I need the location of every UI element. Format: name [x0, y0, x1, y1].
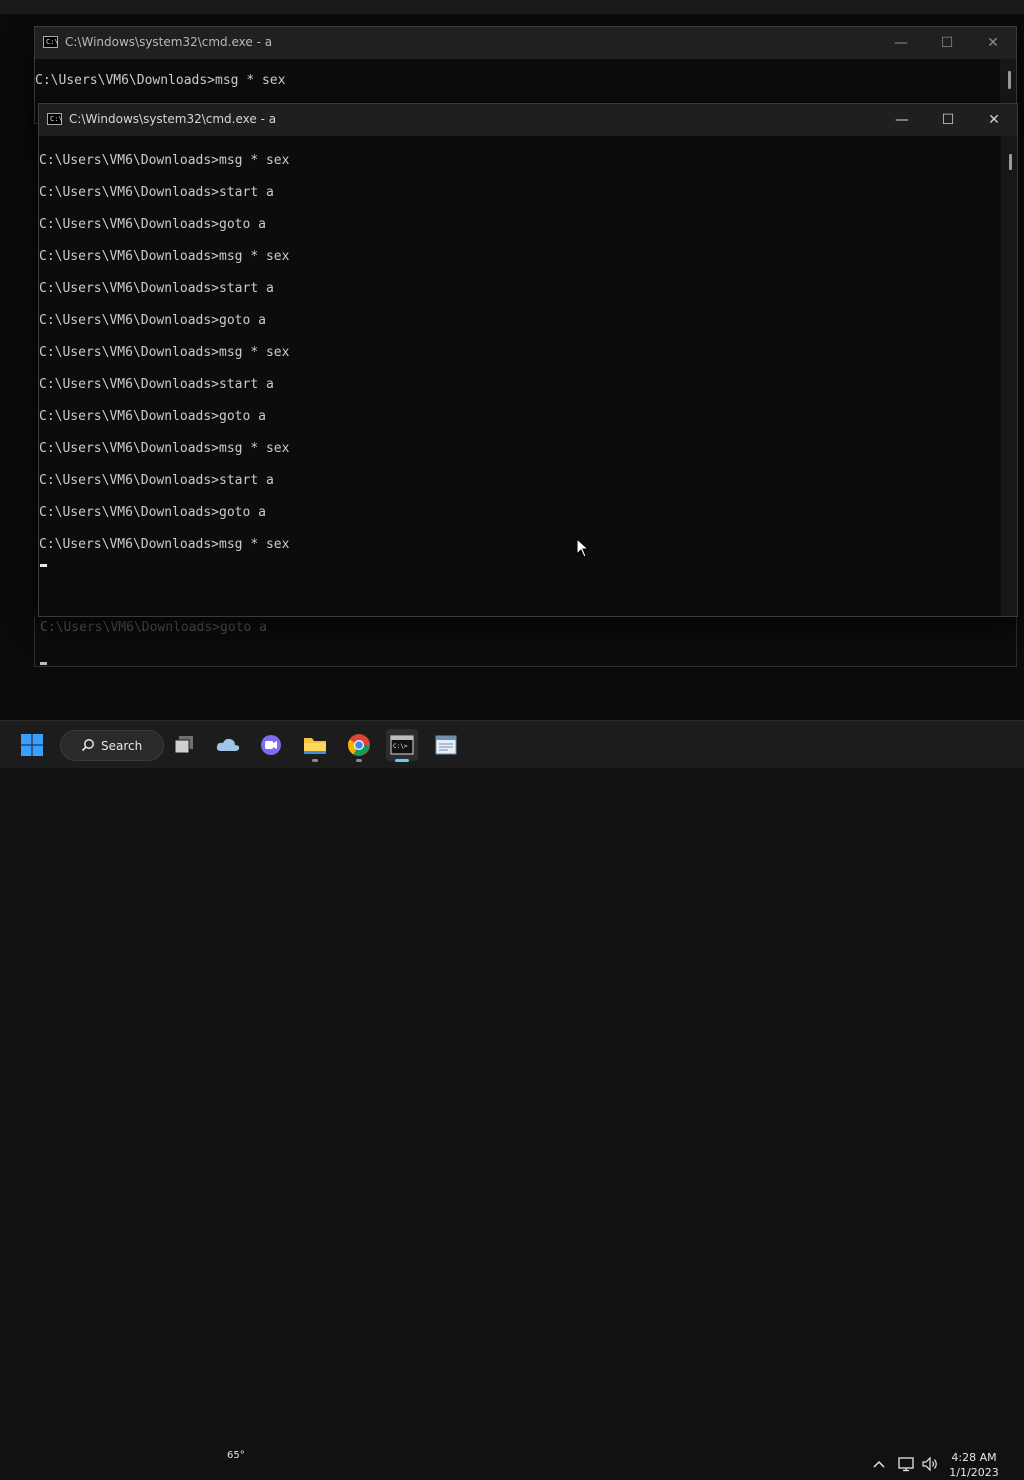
console-line: C:\Users\VM6\Downloads>msg * sex — [39, 345, 290, 360]
taskbar: Search 65° C:\> 4:28 AM 1/1/2023 — [0, 720, 1024, 1479]
network-button[interactable] — [897, 1455, 915, 1473]
minimize-button[interactable]: — — [878, 27, 924, 59]
clock-date: 1/1/2023 — [949, 1466, 999, 1479]
console-line: C:\Users\VM6\Downloads>start a — [39, 473, 274, 488]
scrollbar-thumb[interactable] — [1009, 154, 1012, 170]
console-line-dim: C:\Users\VM6\Downloads>goto a — [40, 620, 267, 635]
terminal-icon: C:\> — [390, 735, 414, 755]
console-line: C:\Users\VM6\Downloads>start a — [39, 281, 274, 296]
show-hidden-icons-button[interactable] — [870, 1455, 888, 1473]
console-line: C:\Users\VM6\Downloads>msg * sex — [39, 249, 290, 264]
chrome-button[interactable] — [343, 729, 375, 762]
console-line: C:\Users\VM6\Downloads>goto a — [39, 505, 266, 520]
app-running-indicator — [356, 759, 362, 762]
clock[interactable]: 4:28 AM 1/1/2023 — [944, 1450, 1004, 1480]
chrome-icon — [348, 734, 370, 756]
console-output[interactable]: C:\Users\VM6\Downloads>msg * sex C:\User… — [39, 136, 1001, 616]
console-line: C:\Users\VM6\Downloads>msg * sex — [39, 153, 290, 168]
clock-time: 4:28 AM — [951, 1451, 997, 1464]
console-line: C:\Users\VM6\Downloads>start a — [39, 377, 274, 392]
text-cursor — [40, 662, 47, 665]
app-running-indicator — [312, 759, 318, 762]
network-icon — [898, 1457, 914, 1472]
svg-text:C:\>: C:\> — [393, 743, 408, 750]
close-button[interactable]: ✕ — [971, 104, 1017, 136]
weather-icon — [216, 738, 240, 751]
console-line: C:\Users\VM6\Downloads>goto a — [39, 217, 266, 232]
cmd-window-background-lower: C:\Users\VM6\Downloads>goto a — [34, 615, 1017, 667]
maximize-button[interactable]: ☐ — [924, 27, 970, 59]
weather-widget[interactable] — [212, 729, 244, 761]
vertical-scrollbar[interactable] — [1001, 136, 1017, 616]
terminal-button[interactable]: C:\> — [386, 729, 418, 762]
minimize-button[interactable]: — — [879, 104, 925, 136]
window-title: C:\Windows\system32\cmd.exe - a — [69, 112, 277, 126]
notepad-button[interactable] — [430, 729, 462, 761]
chat-button[interactable] — [255, 729, 287, 761]
cmd-icon: C:\ — [47, 113, 63, 125]
cmd-icon: C:\ — [43, 36, 59, 48]
chat-icon — [261, 735, 281, 755]
console-line: C:\Users\VM6\Downloads>msg * sex — [39, 537, 290, 552]
start-icon — [21, 734, 43, 756]
cmd-window-foreground[interactable]: C:\ C:\Windows\system32\cmd.exe - a — ☐ … — [38, 103, 1018, 617]
notepad-icon — [435, 735, 457, 755]
close-button[interactable]: ✕ — [970, 27, 1016, 59]
scrollbar-thumb[interactable] — [1008, 71, 1011, 89]
app-active-indicator — [395, 759, 409, 762]
start-button[interactable] — [16, 729, 48, 761]
file-explorer-button[interactable] — [299, 729, 331, 762]
maximize-button[interactable]: ☐ — [925, 104, 971, 136]
file-explorer-icon — [304, 738, 326, 754]
volume-icon — [922, 1456, 937, 1472]
console-line: C:\Users\VM6\Downloads>goto a — [39, 313, 266, 328]
search-icon — [81, 739, 94, 752]
titlebar[interactable]: C:\ C:\Windows\system32\cmd.exe - a — ☐ … — [35, 27, 1016, 59]
chevron-up-icon — [873, 1460, 885, 1468]
desktop: C:\ C:\Windows\system32\cmd.exe - a — ☐ … — [0, 0, 1024, 720]
desktop-top-strip — [0, 0, 1024, 14]
console-line: C:\Users\VM6\Downloads>msg * sex — [35, 73, 286, 88]
search-label: Search — [101, 739, 143, 753]
console-line: C:\Users\VM6\Downloads>msg * sex — [39, 441, 290, 456]
text-cursor — [40, 564, 47, 567]
volume-button[interactable] — [921, 1455, 939, 1473]
weather-temperature: 65° — [227, 1450, 245, 1461]
window-title: C:\Windows\system32\cmd.exe - a — [65, 35, 273, 49]
titlebar[interactable]: C:\ C:\Windows\system32\cmd.exe - a — ☐ … — [39, 104, 1017, 136]
task-view-button[interactable] — [168, 729, 200, 761]
task-view-icon — [174, 736, 193, 754]
console-line: C:\Users\VM6\Downloads>start a — [39, 185, 274, 200]
console-line: C:\Users\VM6\Downloads>goto a — [39, 409, 266, 424]
search-button[interactable]: Search — [60, 730, 164, 761]
